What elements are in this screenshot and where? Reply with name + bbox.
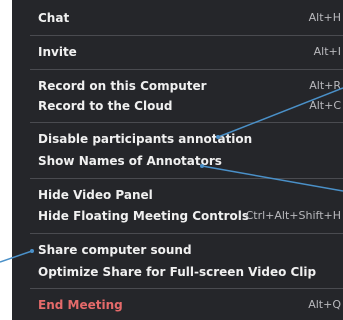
menu-item-label: Hide Video Panel [38, 188, 153, 202]
menu-item-shortcut: Alt+R [309, 79, 341, 92]
menu-item-label: Optimize Share for Full-screen Video Cli… [38, 265, 317, 279]
menu-item-label: Chat [38, 11, 70, 25]
menu-item-share-computer-sound[interactable]: Share computer sound [12, 239, 343, 261]
menu-item-invite[interactable]: Invite Alt+I [12, 41, 343, 63]
menu-item-shortcut: Alt+C [309, 99, 341, 112]
menu-item-chat[interactable]: Chat Alt+H [12, 7, 343, 29]
menu-item-label: Invite [38, 45, 77, 59]
menu-item-shortcut: Alt+I [313, 45, 341, 58]
menu-item-hide-floating-meeting-controls[interactable]: Hide Floating Meeting Controls Ctrl+Alt+… [12, 205, 343, 227]
menu-item-label: Disable participants annotation [38, 132, 253, 146]
menu-item-record-to-the-cloud[interactable]: Record to the Cloud Alt+C [12, 95, 343, 117]
menu-item-label: Show Names of Annotators [38, 154, 222, 168]
menu-item-shortcut: Ctrl+Alt+Shift+H [245, 209, 341, 222]
menu-separator [30, 178, 343, 179]
menu-separator [30, 233, 343, 234]
menu-item-hide-video-panel[interactable]: Hide Video Panel [12, 184, 343, 206]
menu-item-shortcut: Alt+Q [308, 298, 341, 311]
menu-item-label: Record to the Cloud [38, 99, 173, 113]
menu-item-record-on-this-computer[interactable]: Record on this Computer Alt+R [12, 75, 343, 97]
context-menu: Chat Alt+H Invite Alt+I Record on this C… [12, 0, 343, 320]
menu-item-shortcut: Alt+H [308, 11, 341, 24]
menu-separator [30, 69, 343, 70]
menu-item-optimize-share-video-clip[interactable]: Optimize Share for Full-screen Video Cli… [12, 261, 343, 283]
menu-item-disable-participants-annotation[interactable]: Disable participants annotation [12, 128, 343, 150]
menu-item-label: Share computer sound [38, 243, 192, 257]
menu-separator [30, 35, 343, 36]
menu-item-end-meeting[interactable]: End Meeting Alt+Q [12, 294, 343, 316]
menu-separator [30, 122, 343, 123]
menu-item-show-names-of-annotators[interactable]: Show Names of Annotators [12, 150, 343, 172]
menu-item-label: Record on this Computer [38, 79, 207, 93]
menu-item-label: Hide Floating Meeting Controls [38, 209, 250, 223]
menu-item-label: End Meeting [38, 298, 123, 312]
menu-separator [30, 288, 343, 289]
